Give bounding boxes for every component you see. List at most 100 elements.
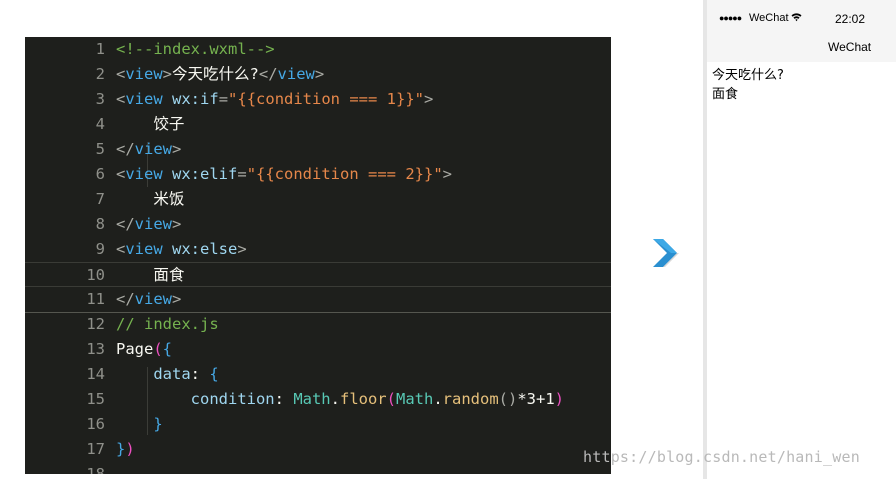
code-token: <!--index.wxml-->: [116, 40, 275, 58]
code-text: <view wx:elif="{{condition === 2}}">: [116, 162, 452, 187]
code-token: :: [190, 365, 210, 383]
code-token: Page: [116, 340, 154, 358]
code-line[interactable]: 12 // index.js: [25, 312, 611, 337]
code-text: condition: Math.floor(Math.random()*3+1): [116, 387, 564, 412]
code-token: 面食: [116, 266, 185, 284]
code-line[interactable]: 18: [25, 462, 611, 474]
code-text: <view wx:if="{{condition === 1}}">: [116, 87, 433, 112]
code-line[interactable]: 7 米饭: [25, 187, 611, 212]
code-token: </: [116, 140, 135, 158]
code-token: view: [125, 65, 163, 83]
code-line[interactable]: 3 <view wx:if="{{condition === 1}}">: [25, 87, 611, 112]
code-text: }: [116, 412, 163, 437]
code-token: >: [237, 240, 247, 258]
status-time: 22:02: [835, 12, 866, 26]
code-token: >: [442, 165, 452, 183]
code-token: }: [116, 415, 163, 433]
code-token: ): [125, 440, 135, 458]
code-line[interactable]: 9 <view wx:else>: [25, 237, 611, 262]
code-line[interactable]: 15 condition: Math.floor(Math.random()*3…: [25, 387, 611, 412]
code-line[interactable]: 13 Page({: [25, 337, 611, 362]
code-token: </: [116, 290, 135, 308]
code-token: view: [134, 140, 172, 158]
code-line[interactable]: 6 <view wx:elif="{{condition === 2}}">: [25, 162, 611, 187]
code-line[interactable]: 8 </view>: [25, 212, 611, 237]
code-line[interactable]: 10 面食: [25, 262, 611, 287]
code-token: "{{condition === 2}}": [246, 165, 443, 183]
line-number: 7: [95, 190, 105, 208]
code-token: view: [125, 240, 173, 258]
line-number: 17: [86, 440, 105, 458]
line-number: 15: [86, 390, 105, 408]
code-token: floor: [339, 390, 387, 408]
nav-bar: WeChat: [707, 38, 896, 60]
code-token: view: [134, 290, 172, 308]
code-token: .: [330, 390, 340, 408]
code-editor[interactable]: 1 <!--index.wxml--> 2 <view>今天吃什么?</view> 3 <…: [25, 37, 611, 474]
code-token: <: [116, 90, 126, 108]
code-line[interactable]: 1 <!--index.wxml-->: [25, 37, 611, 62]
code-token: Math: [293, 390, 331, 408]
line-number: 10: [86, 266, 105, 284]
code-token: *3+1: [517, 390, 555, 408]
signal-dots-icon: ●●●●●: [719, 13, 742, 23]
line-number: 3: [95, 90, 105, 108]
line-number: 5: [95, 140, 105, 158]
code-token: // index.js: [116, 315, 219, 333]
code-token: 米饭: [116, 190, 185, 208]
code-token: ): [554, 390, 565, 408]
code-text: <view wx:else>: [116, 237, 247, 262]
code-token: =: [237, 165, 247, 183]
code-token: </: [258, 65, 278, 83]
code-text: // index.js: [116, 312, 219, 337]
code-text: <!--index.wxml-->: [116, 37, 275, 62]
code-text: 饺子: [116, 112, 184, 137]
code-token: data: [116, 365, 191, 383]
code-token: (: [386, 390, 396, 408]
code-token: >: [162, 65, 173, 83]
code-token: >: [172, 215, 182, 233]
code-token: <: [116, 240, 126, 258]
chevron-right-icon: [650, 237, 682, 269]
code-text: </view>: [116, 137, 181, 162]
line-number: 13: [86, 340, 105, 358]
code-token: Math: [396, 390, 434, 408]
code-token: >: [172, 290, 182, 308]
code-line[interactable]: 16 }: [25, 412, 611, 437]
code-token: >: [424, 90, 434, 108]
line-number: 2: [95, 65, 105, 83]
code-token: condition: [116, 390, 275, 408]
code-token: (: [153, 340, 163, 358]
view-text-question: 今天吃什么?: [712, 68, 784, 83]
code-token: </: [116, 215, 135, 233]
code-text: <view>今天吃什么?</view>: [116, 62, 324, 87]
code-line[interactable]: 17}): [25, 437, 611, 462]
code-line[interactable]: 11 </view>: [25, 287, 611, 312]
code-token: {: [162, 340, 173, 358]
code-token: wx:elif: [172, 165, 238, 183]
line-number: 9: [95, 240, 105, 258]
wifi-icon: [791, 12, 802, 22]
status-bar: ●●●●● WeChat 22:02: [707, 10, 896, 28]
line-number: 8: [95, 215, 105, 233]
code-token: 今天吃什么?: [172, 65, 259, 83]
code-line[interactable]: 2 <view>今天吃什么?</view>: [25, 62, 611, 87]
code-text: Page({: [116, 337, 172, 362]
line-number: 16: [86, 415, 105, 433]
line-number: 6: [95, 165, 105, 183]
code-token: >: [172, 140, 182, 158]
code-line[interactable]: 5 </view>: [25, 137, 611, 162]
code-token: view: [125, 90, 173, 108]
carrier-label: WeChat: [749, 12, 789, 24]
code-token: {: [209, 365, 219, 383]
code-token: view: [277, 65, 315, 83]
code-token: wx:if: [172, 90, 219, 108]
code-token: }: [116, 440, 126, 458]
code-token: view: [134, 215, 172, 233]
line-number: 14: [86, 365, 105, 383]
nav-title: WeChat: [828, 40, 872, 54]
code-line[interactable]: 4 饺子: [25, 112, 611, 137]
code-line[interactable]: 14 data: {: [25, 362, 611, 387]
line-number: 12: [86, 315, 105, 333]
line-number: 11: [86, 290, 105, 308]
